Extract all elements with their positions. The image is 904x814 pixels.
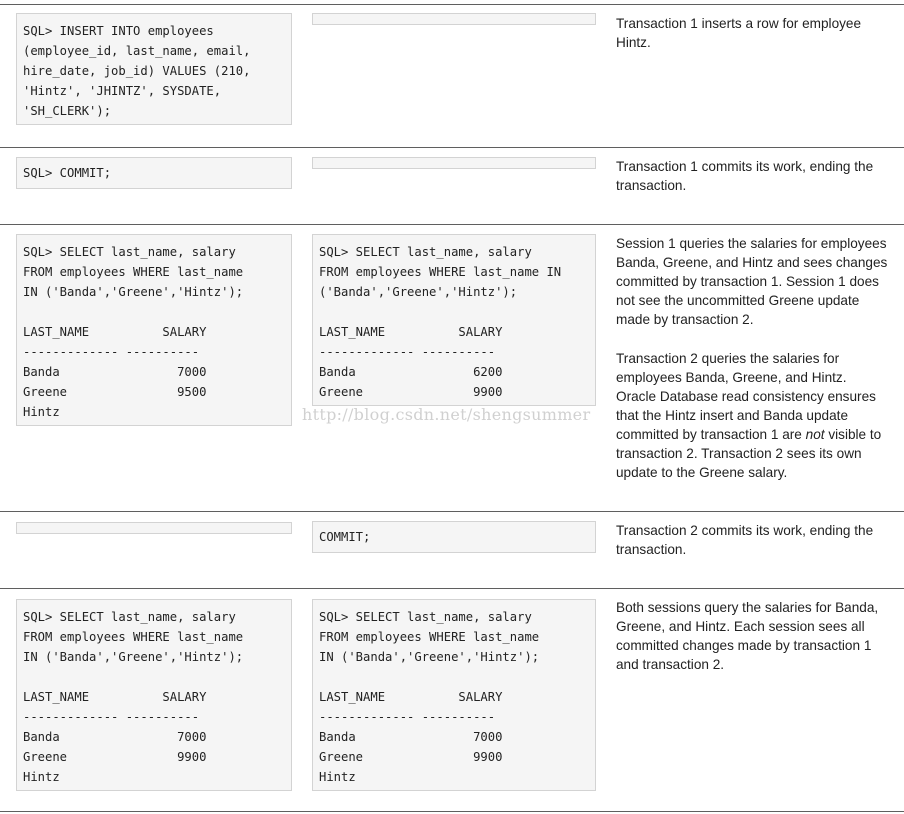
description-text: Transaction 1 commits its work, ending t… (616, 159, 874, 193)
description-text: Transaction 2 commits its work, ending t… (616, 523, 874, 557)
step-description: Transaction 1 inserts a row for employee… (616, 14, 888, 52)
step-description: Transaction 2 commits its work, ending t… (616, 521, 888, 559)
session2-code: SQL> SELECT last_name, salary FROM emplo… (312, 599, 596, 791)
session2-code: SQL> SELECT last_name, salary FROM emplo… (312, 234, 596, 406)
session1-code: SQL> SELECT last_name, salary FROM emplo… (16, 234, 292, 426)
table-row: COMMIT; Transaction 2 commits its work, … (0, 511, 904, 589)
session1-code: SQL> SELECT last_name, salary FROM emplo… (16, 599, 292, 791)
table-row: SQL> SELECT last_name, salary FROM emplo… (0, 224, 904, 512)
transaction-table: SQL> INSERT INTO employees (employee_id,… (0, 0, 904, 814)
step-description: Both sessions query the salaries for Ban… (616, 598, 888, 674)
table-row: SQL> COMMIT; Transaction 1 commits its w… (0, 147, 904, 225)
session2-code (312, 157, 596, 169)
description-text-2: Transaction 2 queries the salaries for e… (616, 349, 888, 482)
description-text: Transaction 1 inserts a row for employee… (616, 16, 862, 50)
description-emphasis: not (805, 427, 825, 442)
session2-code: COMMIT; (312, 521, 596, 553)
description-text: Session 1 queries the salaries for emplo… (616, 236, 888, 327)
session2-code (312, 13, 596, 25)
session1-code: SQL> INSERT INTO employees (employee_id,… (16, 13, 292, 125)
description-text: Both sessions query the salaries for Ban… (616, 600, 879, 672)
step-description: Transaction 1 commits its work, ending t… (616, 157, 888, 195)
table-bottom-rule (0, 811, 904, 812)
step-description: Session 1 queries the salaries for emplo… (616, 234, 888, 482)
session1-code (16, 522, 292, 534)
table-row: SQL> INSERT INTO employees (employee_id,… (0, 4, 904, 148)
session1-code: SQL> COMMIT; (16, 157, 292, 189)
table-row: SQL> SELECT last_name, salary FROM emplo… (0, 588, 904, 812)
